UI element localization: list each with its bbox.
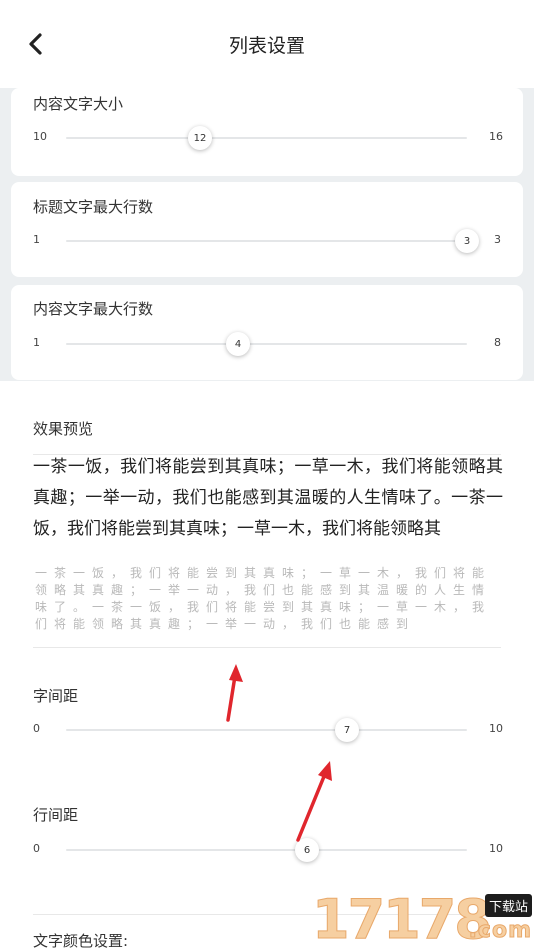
watermark-domain: .com <box>468 918 532 944</box>
slider-max-label: 3 <box>494 233 501 246</box>
letter-spacing-slider[interactable]: 0 7 10 <box>0 710 534 750</box>
slider-track[interactable] <box>66 849 467 851</box>
letter-spacing-label: 字间距 <box>33 687 79 705</box>
header-bar: 列表设置 <box>0 0 534 88</box>
watermark-number: 17178 <box>312 888 493 950</box>
slider-max-label: 8 <box>494 336 501 349</box>
preview-heading: 效果预览 <box>33 420 94 438</box>
content-lines-label: 内容文字最大行数 <box>33 300 154 318</box>
slider-max-label: 10 <box>489 842 503 855</box>
preview-title-text: 一茶一饭，我们将能尝到其真味；一草一木，我们将能领略其真趣；一举一动，我们也能感… <box>33 457 503 539</box>
line-spacing-label: 行间距 <box>33 806 79 824</box>
slider-min-label: 1 <box>33 336 40 349</box>
slider-min-label: 10 <box>33 130 47 143</box>
slider-track[interactable] <box>66 729 467 731</box>
watermark-logo: 17178 下载站 .com <box>312 888 534 950</box>
slider-thumb[interactable]: 4 <box>226 332 250 356</box>
slider-track[interactable] <box>66 343 467 345</box>
line-spacing-slider[interactable]: 0 6 10 <box>0 830 534 870</box>
annotation-arrow-icon <box>296 761 332 842</box>
content-size-slider[interactable]: 10 12 16 <box>0 118 534 158</box>
slider-track[interactable] <box>66 137 467 139</box>
annotation-arrow-icon <box>226 664 243 722</box>
slider-min-label: 0 <box>33 722 40 735</box>
slider-thumb[interactable]: 3 <box>455 229 479 253</box>
slider-min-label: 0 <box>33 842 40 855</box>
watermark-tag: 下载站 <box>484 894 532 917</box>
slider-min-label: 1 <box>33 233 40 246</box>
title-lines-label: 标题文字最大行数 <box>33 198 154 216</box>
page-title: 列表设置 <box>228 35 305 57</box>
divider <box>33 647 501 648</box>
content-size-label: 内容文字大小 <box>33 95 124 113</box>
slider-thumb[interactable]: 12 <box>188 126 212 150</box>
preview-content-text: 一茶一饭，我们将能尝到其真味；一草一木，我们将能领略其真趣；一举一动，我们也能感… <box>35 566 492 631</box>
text-color-label[interactable]: 文字颜色设置: <box>33 930 128 950</box>
slider-track[interactable] <box>66 240 467 242</box>
title-lines-slider[interactable]: 1 3 3 <box>0 221 534 261</box>
slider-thumb[interactable]: 7 <box>335 718 359 742</box>
slider-max-label: 16 <box>489 130 503 143</box>
slider-max-label: 10 <box>489 722 503 735</box>
content-lines-slider[interactable]: 1 4 8 <box>0 324 534 364</box>
